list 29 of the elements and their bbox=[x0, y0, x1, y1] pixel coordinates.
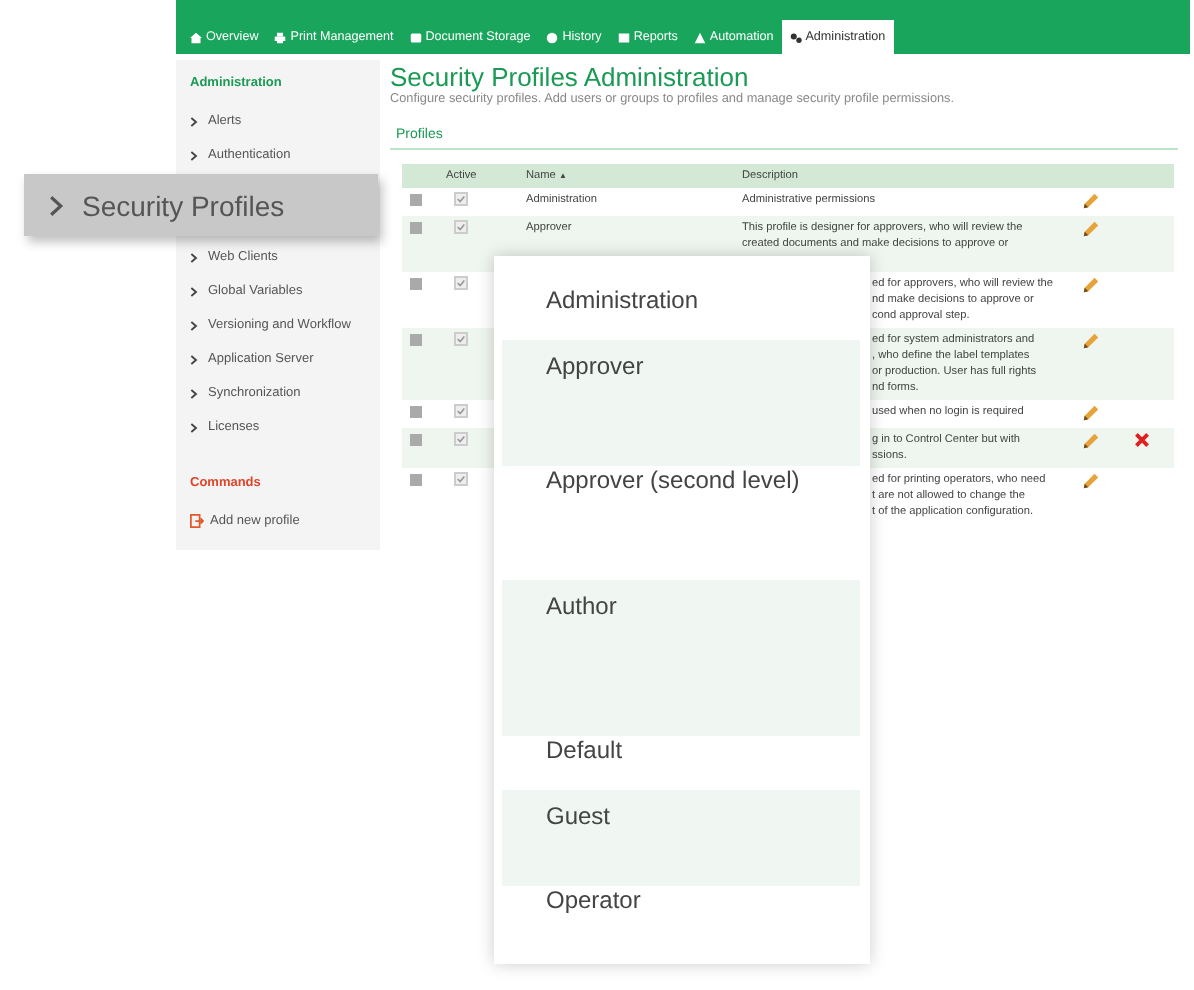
pencil-icon[interactable] bbox=[1082, 276, 1100, 294]
chevron-icon bbox=[190, 353, 198, 365]
chevron-icon bbox=[190, 285, 198, 297]
chevron-icon bbox=[190, 387, 198, 399]
pencil-icon[interactable] bbox=[1082, 332, 1100, 350]
chevron-icon bbox=[190, 251, 198, 263]
profile-name: Approver bbox=[546, 352, 644, 380]
home-icon bbox=[190, 31, 202, 43]
pencil-icon[interactable] bbox=[1082, 192, 1100, 210]
profile-name: Approver (second level) bbox=[546, 466, 800, 494]
profile-name: Default bbox=[546, 736, 623, 764]
chevron-icon bbox=[190, 319, 198, 331]
delete-icon[interactable] bbox=[1134, 432, 1150, 448]
chevron-icon bbox=[190, 421, 198, 433]
sidebar-item-callout[interactable]: Security Profiles bbox=[24, 174, 378, 236]
profile-name: Administration bbox=[546, 286, 699, 314]
chevron-icon bbox=[48, 193, 64, 217]
pencil-icon[interactable] bbox=[1082, 220, 1100, 238]
printer-icon bbox=[274, 31, 287, 43]
chevron-icon bbox=[190, 115, 198, 127]
profile-name: Guest bbox=[546, 802, 611, 830]
pencil-icon[interactable] bbox=[1082, 472, 1100, 490]
pencil-icon[interactable] bbox=[1082, 432, 1100, 450]
chevron-icon bbox=[190, 149, 198, 161]
sign-in-icon bbox=[190, 514, 204, 528]
profile-name: Author bbox=[546, 592, 617, 620]
profile-name: Operator bbox=[546, 886, 641, 914]
pencil-icon[interactable] bbox=[1082, 404, 1100, 422]
page-title: Security Profiles Administration bbox=[390, 64, 751, 92]
